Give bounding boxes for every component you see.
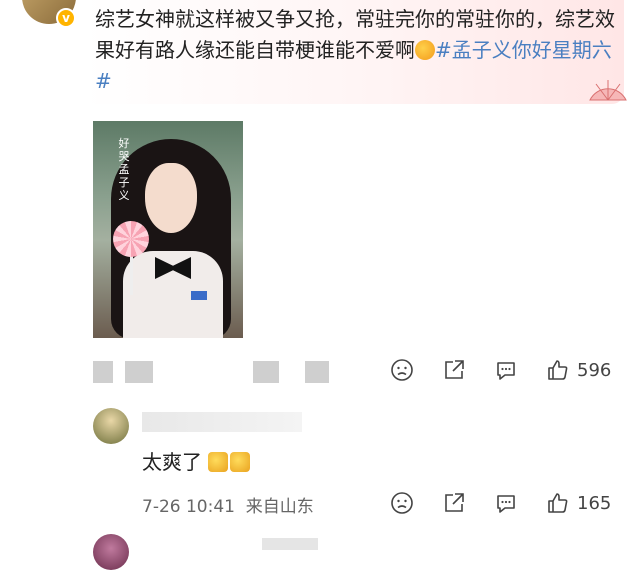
photo-shirt bbox=[123, 251, 223, 338]
dislike-icon[interactable] bbox=[389, 357, 415, 383]
redacted-block bbox=[125, 361, 153, 383]
redacted-block bbox=[93, 361, 113, 383]
redacted-block bbox=[305, 361, 329, 383]
reply-body: 太爽了 bbox=[142, 450, 202, 474]
like-count: 596 bbox=[577, 359, 612, 381]
photo-name-badge bbox=[191, 291, 207, 300]
photo-lollipop-stick bbox=[130, 255, 133, 295]
redacted-username bbox=[142, 412, 302, 432]
share-icon[interactable] bbox=[441, 490, 467, 516]
share-icon[interactable] bbox=[441, 357, 467, 383]
comment-icon[interactable] bbox=[493, 490, 519, 516]
reply-avatar[interactable] bbox=[93, 408, 129, 444]
redacted-block bbox=[253, 361, 279, 383]
dislike-icon[interactable] bbox=[389, 490, 415, 516]
photo-caption: 好 哭 孟 子 义 bbox=[118, 137, 130, 202]
cheer-emoji-icon bbox=[230, 452, 251, 472]
fan-decoration-icon bbox=[589, 80, 627, 101]
photo-lollipop bbox=[113, 221, 149, 257]
like-count: 165 bbox=[577, 492, 612, 514]
comment-icon[interactable] bbox=[493, 357, 519, 383]
laughing-emoji-icon bbox=[415, 40, 435, 60]
redacted-username bbox=[262, 538, 318, 550]
photo-face bbox=[145, 163, 197, 233]
reply-actions: 165 bbox=[389, 490, 611, 516]
like-icon[interactable] bbox=[545, 490, 571, 516]
attached-photo[interactable]: 好 哭 孟 子 义 bbox=[93, 121, 243, 338]
reply-meta: 7-26 10:41 来自山东 bbox=[142, 492, 314, 517]
reply-timestamp: 7-26 10:41 bbox=[142, 497, 235, 517]
cheer-emoji-icon bbox=[208, 452, 229, 472]
comment-actions: 596 bbox=[389, 357, 611, 383]
comment-text: 综艺女神就这样被又争又抢，常驻完你的常驻你的，综艺效果好有路人缘还能自带梗谁能不… bbox=[95, 4, 615, 97]
reply-text: 太爽了 bbox=[142, 446, 251, 475]
reply-location: 来自山东 bbox=[245, 497, 314, 517]
verified-badge-icon: v bbox=[56, 8, 76, 28]
next-commenter-avatar[interactable] bbox=[93, 534, 129, 570]
like-icon[interactable] bbox=[545, 357, 571, 383]
